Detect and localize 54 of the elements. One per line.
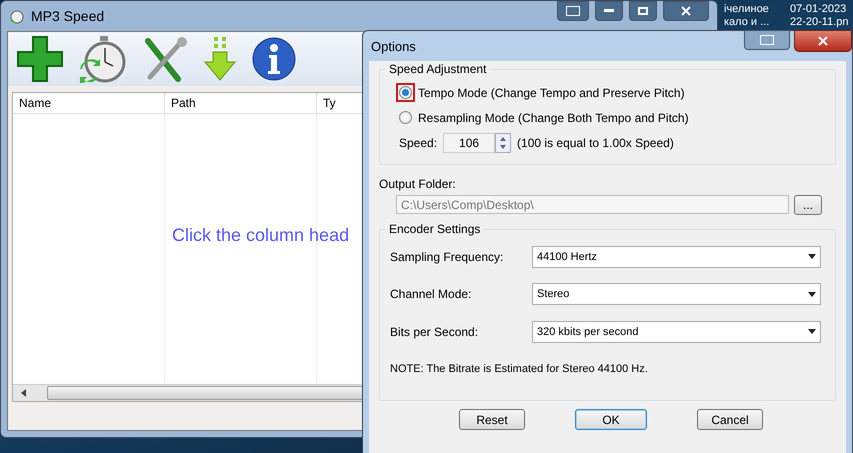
speed-field[interactable]: 106: [443, 133, 496, 153]
dropdown[interactable]: 320 kbits per second: [532, 320, 821, 343]
setting-label: Bits per Second:: [390, 324, 480, 339]
dialog-button[interactable]: OK: [575, 409, 647, 430]
empty-list-message: Click the column head: [172, 225, 350, 246]
maximize-button[interactable]: [629, 1, 657, 21]
column-header[interactable]: Name: [13, 93, 165, 113]
setting-label: Channel Mode:: [390, 287, 472, 302]
group-label: Encoder Settings: [386, 222, 484, 236]
desktop-icon-label[interactable]: кало и ...: [724, 16, 790, 28]
speed-label: Speed:: [399, 136, 438, 150]
group-label: Speed Adjustment: [386, 62, 490, 76]
close-button[interactable]: [794, 30, 852, 52]
snap-button[interactable]: [557, 1, 589, 21]
window-icon: [760, 35, 774, 45]
left-arrow-icon[interactable]: [21, 389, 27, 397]
close-button[interactable]: [663, 1, 709, 21]
info-icon[interactable]: [252, 37, 296, 81]
dropdown[interactable]: 44100 Hertz: [532, 246, 821, 268]
radio-button[interactable]: [399, 111, 412, 124]
radio-button[interactable]: [399, 86, 412, 99]
desktop-icon-label[interactable]: ічелиное: [724, 3, 790, 15]
dialog-button[interactable]: Reset: [459, 409, 525, 430]
minimize-icon: [604, 9, 614, 13]
dropdown[interactable]: Stereo: [532, 283, 821, 306]
dropdown-arrow-icon: [808, 329, 816, 334]
dialog-button[interactable]: Cancel: [697, 409, 763, 430]
plus-icon[interactable]: [16, 35, 64, 83]
dialog-title: Options: [370, 38, 416, 56]
snap-button[interactable]: [744, 30, 790, 50]
maximize-icon: [638, 7, 648, 15]
output-folder-field[interactable]: C:\Users\Comp\Desktop\: [396, 195, 789, 214]
minimize-button[interactable]: [595, 1, 623, 21]
stopwatch-icon[interactable]: [78, 35, 128, 83]
window-title: MP3 Speed: [31, 8, 104, 24]
spinner-arrows-icon[interactable]: [495, 133, 512, 153]
desktop-icon-label[interactable]: 22-20-11.pn: [790, 16, 853, 28]
window-icon: [566, 6, 580, 16]
dropdown-arrow-icon: [808, 292, 816, 297]
output-folder-label: Output Folder:: [379, 177, 457, 191]
radio-label[interactable]: Tempo Mode (Change Tempo and Preserve Pitch): [418, 86, 685, 100]
download-arrow-icon[interactable]: [202, 35, 238, 83]
browse-button[interactable]: ...: [794, 195, 822, 215]
desktop-icon-label[interactable]: 07-01-2023: [790, 3, 853, 15]
dropdown-arrow-icon: [808, 254, 816, 260]
close-icon: [818, 36, 828, 46]
speed-note: (100 is equal to 1.00x Speed): [517, 136, 674, 150]
stopwatch-icon: [9, 8, 25, 24]
close-icon: [681, 6, 691, 16]
tools-icon[interactable]: [142, 35, 188, 83]
bitrate-note: NOTE: The Bitrate is Estimated for Stereo 44100 Hz.: [390, 362, 649, 374]
setting-label: Sampling Frequency:: [390, 250, 504, 264]
column-header[interactable]: Path: [165, 93, 317, 113]
radio-label[interactable]: Resampling Mode (Change Both Tempo and Pitch): [418, 110, 689, 124]
